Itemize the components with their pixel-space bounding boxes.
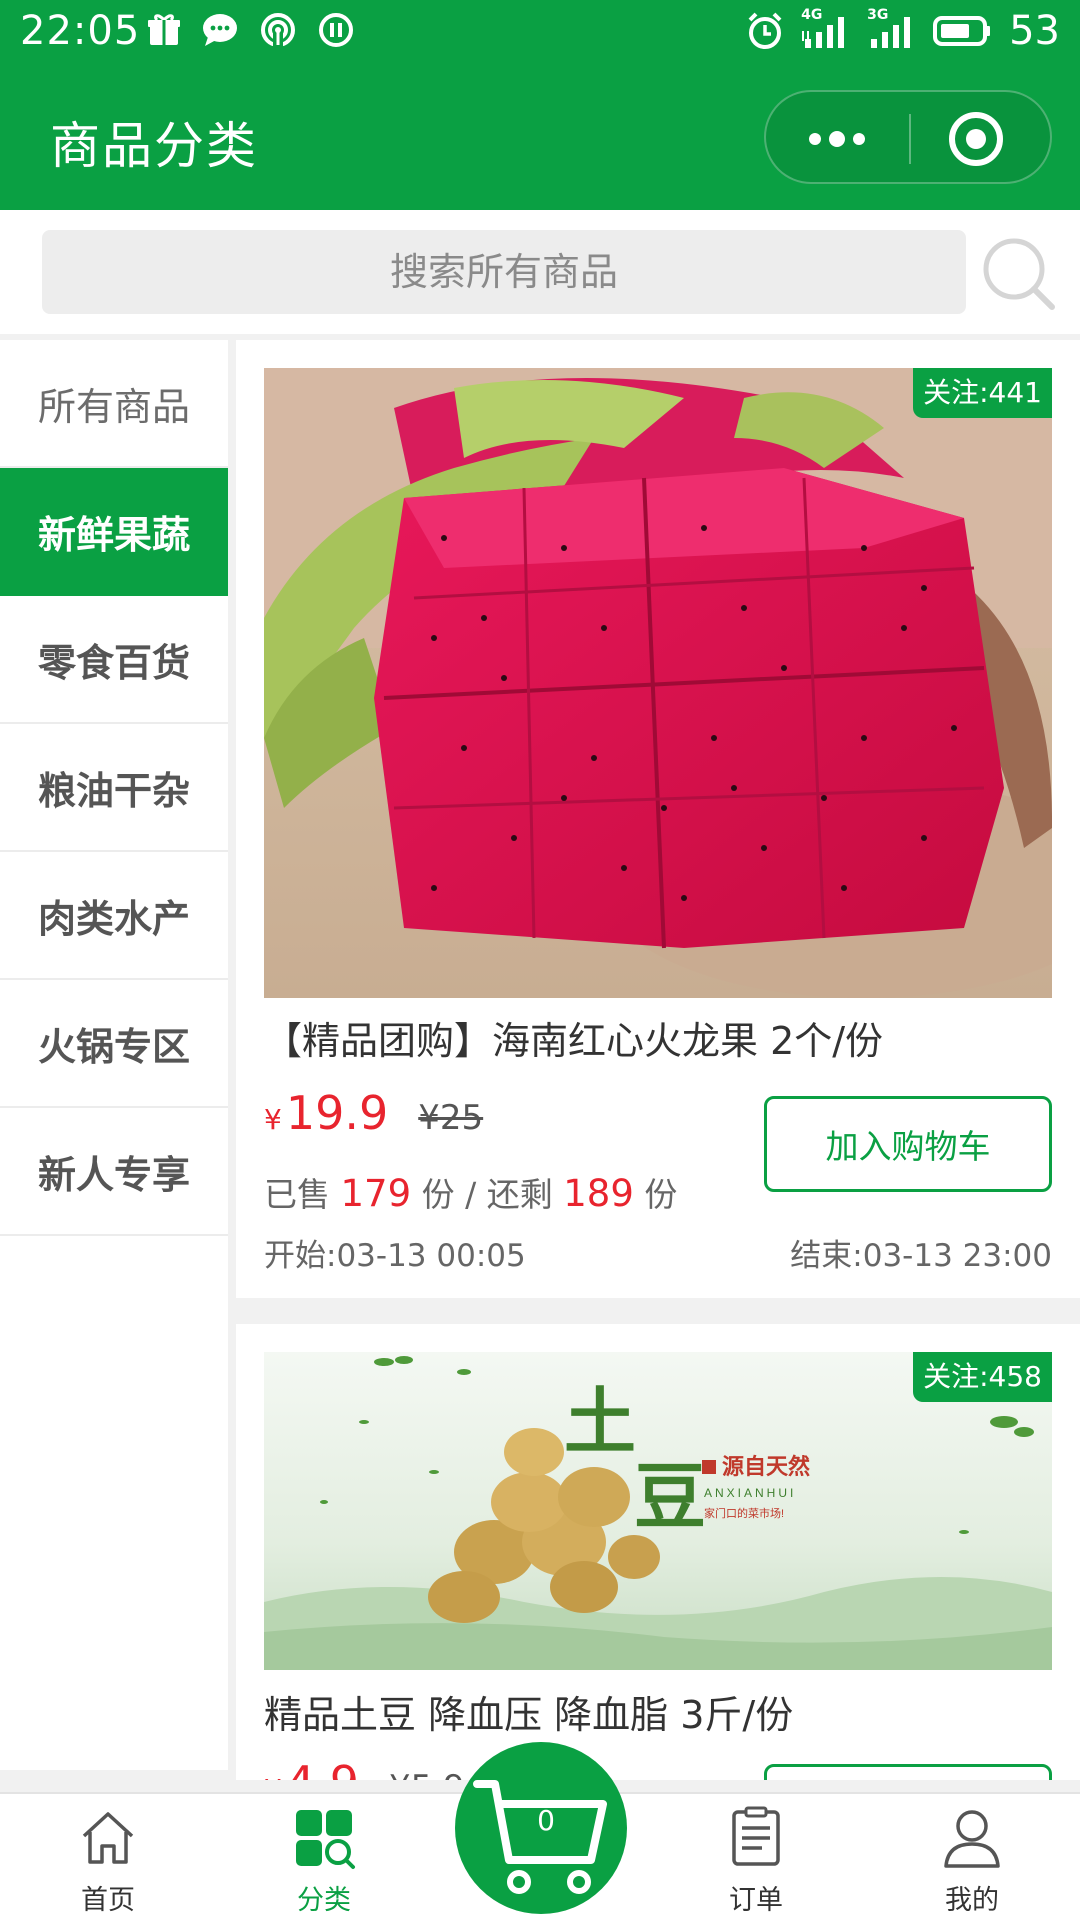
follow-count-badge: 关注:441 <box>913 368 1052 418</box>
sold-count: 179 <box>340 1172 412 1215</box>
search-input[interactable]: 搜索所有商品 <box>42 230 966 314</box>
price-currency: ¥ <box>264 1103 282 1136</box>
category-sidebar: 所有商品 新鲜果蔬 零食百货 粮油干杂 肉类水产 火锅专区 新人专享 <box>0 340 228 1770</box>
category-grid-icon <box>296 1810 355 1869</box>
tab-orders-label: 订单 <box>729 1885 783 1916</box>
tab-profile[interactable]: 我的 <box>912 1806 1032 1917</box>
remaining-count: 189 <box>563 1172 634 1215</box>
product-image-potato[interactable]: 土 豆 源自天然 ANXIANHUI 家门口的菜市场! 关注:458 <box>264 1352 1052 1670</box>
nav-bar: 商品分类 <box>0 66 1080 210</box>
banner-slogan: 家门口的菜市场! <box>704 1506 784 1520</box>
battery-percent: 53 <box>1009 8 1060 54</box>
tab-home-label: 首页 <box>81 1885 135 1916</box>
search-bar: 搜索所有商品 <box>0 210 1080 334</box>
signal-3g-icon: 3G <box>867 7 915 49</box>
status-system-icons: 4G 3G 53 <box>747 7 1060 54</box>
status-bar: 22:05 4G 3G 53 <box>0 0 1080 66</box>
more-dots-icon <box>809 131 865 147</box>
price-row: ¥ 4.9 ¥5.9 <box>264 1756 465 1780</box>
sidebar-item-all[interactable]: 所有商品 <box>0 340 228 468</box>
alarm-icon <box>747 12 783 50</box>
sold-prefix: 已售 <box>264 1175 330 1214</box>
cart-count-badge: 0 <box>537 1804 555 1837</box>
gift-icon <box>148 12 180 48</box>
home-icon <box>82 1812 134 1864</box>
search-button[interactable] <box>980 235 1058 313</box>
tab-profile-label: 我的 <box>945 1885 999 1916</box>
original-price: ¥25 <box>418 1098 484 1138</box>
sidebar-item-new-user[interactable]: 新人专享 <box>0 1108 228 1236</box>
close-mini-program-button[interactable] <box>946 109 1006 169</box>
banner-brand-en: ANXIANHUI <box>704 1486 796 1500</box>
search-icon <box>983 238 1055 310</box>
user-icon <box>944 1810 1000 1868</box>
banner-title-second: 豆 <box>634 1458 706 1538</box>
network-4g-label: 4G <box>801 7 823 23</box>
price-row: ¥ 19.9 ¥25 <box>264 1086 483 1140</box>
banner-brand: 源自天然 <box>722 1454 810 1479</box>
network-3g-label: 3G <box>867 7 889 23</box>
hotspot-icon <box>260 12 296 48</box>
target-icon <box>949 112 1003 166</box>
mini-program-capsule <box>764 90 1052 184</box>
end-time: 结束:03-13 23:00 <box>790 1238 1052 1274</box>
pause-icon <box>318 12 354 48</box>
follow-count-badge: 关注:458 <box>913 1352 1052 1402</box>
tab-home[interactable]: 首页 <box>48 1806 168 1917</box>
sales-info: 已售 179 份 / 还剩 189 份 <box>264 1168 677 1216</box>
chat-icon <box>202 12 238 48</box>
remain-unit: 份 <box>644 1175 678 1214</box>
product-price: 4.9 <box>286 1756 359 1780</box>
more-menu-button[interactable] <box>802 112 872 166</box>
sidebar-item-fresh-produce[interactable]: 新鲜果蔬 <box>0 468 228 596</box>
add-to-cart-button[interactable] <box>764 1764 1052 1780</box>
page-title: 商品分类 <box>50 117 258 175</box>
sidebar-item-snacks[interactable]: 零食百货 <box>0 596 228 724</box>
tab-category-label: 分类 <box>297 1885 351 1916</box>
sold-unit: 份 / 还剩 <box>421 1175 553 1214</box>
start-time: 开始:03-13 00:05 <box>264 1238 526 1274</box>
price-currency: ¥ <box>264 1773 282 1780</box>
original-price: ¥5.9 <box>389 1768 465 1780</box>
banner-title-first: 土 <box>564 1383 636 1463</box>
tab-category[interactable]: 分类 <box>264 1806 384 1917</box>
product-title: 【精品团购】海南红心火龙果 2个/份 <box>264 1019 884 1063</box>
tab-orders[interactable]: 订单 <box>696 1806 816 1917</box>
battery-icon <box>933 15 991 47</box>
add-to-cart-button[interactable]: 加入购物车 <box>764 1096 1052 1192</box>
product-card[interactable]: 土 豆 源自天然 ANXIANHUI 家门口的菜市场! 关注:458 精品土豆 … <box>236 1324 1080 1780</box>
capsule-divider <box>909 114 911 164</box>
signal-4g-icon: 4G <box>801 7 849 49</box>
app-root: 22:05 4G 3G 53 商品分类 搜索所有商品 所有商品 新鲜果蔬 零食百… <box>0 0 1080 1920</box>
product-image-dragon-fruit[interactable]: 关注:441 <box>264 368 1052 998</box>
product-price: 19.9 <box>285 1086 389 1140</box>
sidebar-item-grain-oil[interactable]: 粮油干杂 <box>0 724 228 852</box>
status-time: 22:05 <box>20 8 141 54</box>
order-list-icon <box>732 1806 780 1866</box>
status-notification-icons <box>148 12 354 48</box>
product-card[interactable]: 关注:441 【精品团购】海南红心火龙果 2个/份 ¥ 19.9 ¥25 已售 … <box>236 340 1080 1298</box>
cart-floating-button[interactable]: 0 <box>455 1742 627 1914</box>
sale-time-row: 开始:03-13 00:05 结束:03-13 23:00 <box>264 1230 1052 1275</box>
sidebar-item-hotpot[interactable]: 火锅专区 <box>0 980 228 1108</box>
sidebar-item-meat-seafood[interactable]: 肉类水产 <box>0 852 228 980</box>
product-title: 精品土豆 降血压 降血脂 3斤/份 <box>264 1693 794 1737</box>
product-list: 关注:441 【精品团购】海南红心火龙果 2个/份 ¥ 19.9 ¥25 已售 … <box>236 340 1080 1780</box>
